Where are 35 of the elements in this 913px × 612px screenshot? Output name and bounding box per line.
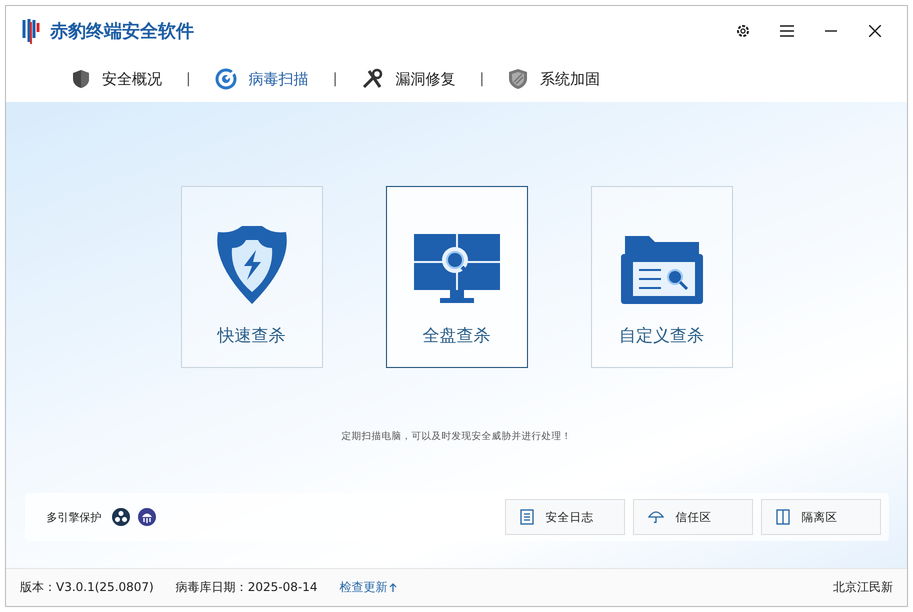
panel-button[interactable]: 信任区: [632, 499, 752, 535]
company-text: 北京江民新: [833, 579, 893, 596]
panel-button[interactable]: 隔离区: [760, 499, 880, 535]
document-icon: [520, 509, 534, 525]
umbrella-icon: [648, 510, 664, 524]
scan-option-card[interactable]: 自定义查杀: [590, 186, 732, 368]
panel-button[interactable]: 安全日志: [504, 499, 624, 535]
engine-label: 多引擎保护: [46, 510, 102, 524]
check-update-link[interactable]: 检查更新: [339, 579, 398, 596]
nav-tab[interactable]: 漏洞修复: [361, 64, 456, 94]
scan-option-card[interactable]: 全盘查杀: [386, 186, 528, 368]
minimize-icon: [825, 30, 837, 32]
tab-separator: |: [479, 71, 484, 87]
logo-icon: [20, 18, 42, 44]
close-icon: [869, 25, 881, 37]
shield-icon: [72, 69, 90, 89]
window-title: 赤豹终端安全软件: [50, 20, 195, 43]
tab-separator: |: [186, 71, 191, 87]
nav-tab[interactable]: 安全概况: [72, 65, 162, 93]
tab-separator: |: [332, 71, 338, 87]
scan-option-card[interactable]: 快速查杀: [180, 186, 322, 368]
version-text: 版本：V3.0.1(25.0807): [20, 579, 154, 596]
nav-tab[interactable]: 系统加固: [508, 64, 600, 94]
nav-tab[interactable]: 病毒扫描: [214, 64, 309, 94]
database-date-text: 病毒库日期：2025-08-14: [176, 579, 318, 596]
menu-icon: [780, 25, 794, 37]
hint-text: 定期扫描电脑，可以及时发现安全威胁并进行处理！: [342, 430, 572, 443]
monitor-search-icon: [412, 232, 502, 306]
radar-icon: [214, 68, 237, 90]
shield-icon: [508, 68, 528, 90]
door-icon: [776, 509, 790, 525]
engine-icon: [138, 508, 156, 526]
engine-icon: [112, 508, 130, 526]
up-arrow-icon: [389, 582, 398, 592]
settings-icon: [736, 24, 750, 38]
